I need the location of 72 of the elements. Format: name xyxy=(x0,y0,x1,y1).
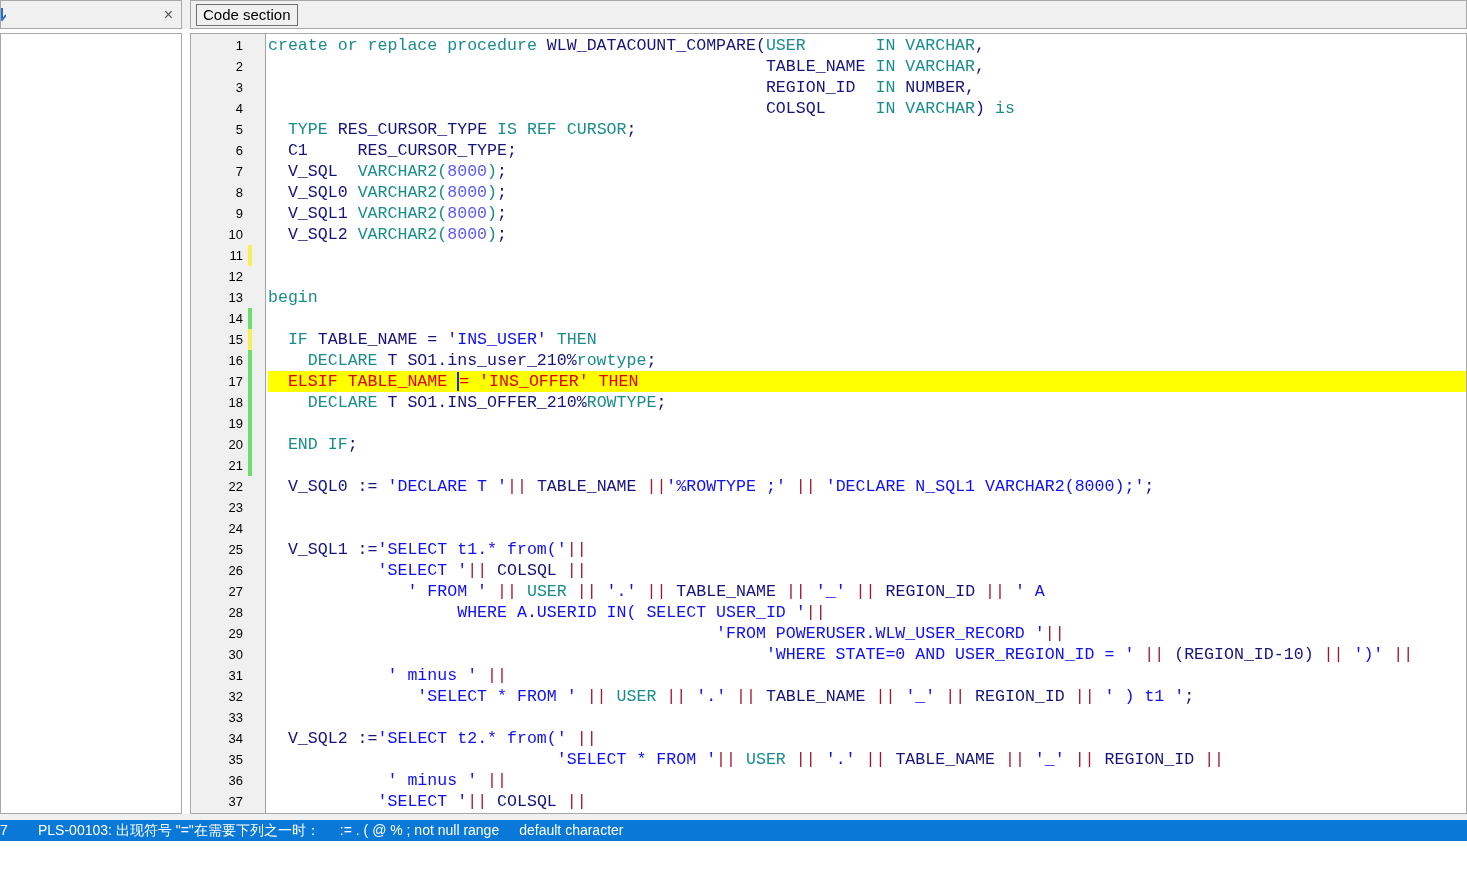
line-number: 28 xyxy=(228,604,243,622)
line-number: 3 xyxy=(235,79,243,97)
code-section-button[interactable]: Code section xyxy=(196,3,298,26)
line-number: 30 xyxy=(228,646,243,664)
code-line: END IF; xyxy=(286,434,359,455)
line-number: 13 xyxy=(228,289,243,307)
code-line: V_SQL1 :='SELECT t1.* from('|| xyxy=(286,539,588,560)
line-number: 1 xyxy=(235,37,243,55)
line-number: 37 xyxy=(228,793,243,811)
code-line: 'SELECT * FROM '|| USER || '.' || TABLE_NAME || '_' || REGION_ID || xyxy=(555,749,1226,770)
code-line: V_SQL VARCHAR2(8000); xyxy=(286,161,509,182)
line-number: 19 xyxy=(228,415,243,433)
code-line: 'FROM POWERUSER.WLW_USER_RECORD '|| xyxy=(715,623,1066,644)
line-number: 14 xyxy=(228,310,243,328)
line-number: 31 xyxy=(228,667,243,685)
code-line: V_SQL2 VARCHAR2(8000); xyxy=(286,224,509,245)
code-line: TABLE_NAME IN VARCHAR, xyxy=(764,56,986,77)
line-number: 18 xyxy=(228,394,243,412)
status-message: PLS-00103: 出现符号 "="在需要下列之一时： xyxy=(38,821,320,840)
code-line: ' FROM ' || USER || '.' || TABLE_NAME || '_' || REGION_ID || ' A xyxy=(406,581,1046,602)
code-line: DECLARE T SO1.INS_OFFER_210%ROWTYPE; xyxy=(306,392,668,413)
line-number: 6 xyxy=(235,142,243,160)
code-line: 'SELECT '|| COLSQL || xyxy=(376,791,588,812)
arrow-down-icon xyxy=(1,7,6,22)
line-number: 8 xyxy=(235,184,243,202)
line-number: 16 xyxy=(228,352,243,370)
code-line: C1 RES_CURSOR_TYPE; xyxy=(286,140,518,161)
line-number: 27 xyxy=(228,583,243,601)
code-line: begin xyxy=(268,287,319,308)
line-number: 9 xyxy=(235,205,243,223)
line-number: 11 xyxy=(229,247,243,265)
code-line: V_SQL0 := 'DECLARE T '|| TABLE_NAME ||'%ROWTYPE ;' || 'DECLARE N_SQL1 VARCHAR2(8000);'; xyxy=(286,476,1156,497)
code-line: V_SQL0 VARCHAR2(8000); xyxy=(286,182,509,203)
line-number: 26 xyxy=(228,562,243,580)
code-line: TYPE RES_CURSOR_TYPE IS REF CURSOR; xyxy=(286,119,638,140)
code-line: V_SQL1 VARCHAR2(8000); xyxy=(286,203,509,224)
code-line: DECLARE T SO1.ins_user_210%rowtype; xyxy=(306,350,658,371)
line-number: 23 xyxy=(228,499,243,517)
status-line: 7 xyxy=(0,821,9,840)
code-line: ' minus ' || xyxy=(386,665,508,686)
code-line: 'SELECT '|| COLSQL || xyxy=(376,560,588,581)
line-number: 2 xyxy=(235,58,243,76)
code-line: WHERE A.USERID IN( SELECT USER_ID '|| xyxy=(456,602,827,623)
line-number: 34 xyxy=(228,730,243,748)
line-number: 33 xyxy=(228,709,243,727)
code-line: IF TABLE_NAME = 'INS_USER' THEN xyxy=(286,329,598,350)
line-number: 17 xyxy=(228,373,243,391)
code-line: V_SQL2 :='SELECT t2.* from(' || xyxy=(286,728,598,749)
line-number: 7 xyxy=(235,163,243,181)
line-number: 22 xyxy=(228,478,243,496)
code-line: ' minus ' || xyxy=(386,770,508,791)
status-text: default character xyxy=(519,821,624,840)
line-number: 36 xyxy=(228,772,243,790)
line-number: 4 xyxy=(235,100,243,118)
line-number: 24 xyxy=(228,520,243,538)
code-line: REGION_ID IN NUMBER, xyxy=(764,77,977,98)
code-line: 'WHERE STATE=0 AND USER_REGION_ID = ' || (REGION_ID-10) || ')' || xyxy=(764,644,1415,665)
line-number: 25 xyxy=(228,541,243,559)
code-line: 'SELECT * FROM ' || USER || '.' || TABLE_NAME || '_' || REGION_ID || ' ) t1 '; xyxy=(416,686,1196,707)
close-button[interactable]: × xyxy=(163,6,173,23)
line-number: 12 xyxy=(228,268,243,286)
status-text: := . ( @ % ; not null range xyxy=(339,821,500,840)
line-number: 35 xyxy=(228,751,243,769)
line-number: 21 xyxy=(228,457,243,475)
line-number: 20 xyxy=(228,436,243,454)
line-number: 32 xyxy=(228,688,243,706)
code-line: COLSQL IN VARCHAR) is xyxy=(764,98,1016,119)
line-number: 5 xyxy=(235,121,243,139)
line-number: 29 xyxy=(228,625,243,643)
line-number: 15 xyxy=(228,331,243,349)
line-number: 10 xyxy=(228,226,243,244)
code-line: create or replace procedure WLW_DATACOUNT_COMPARE(USER IN VARCHAR, xyxy=(268,35,986,56)
